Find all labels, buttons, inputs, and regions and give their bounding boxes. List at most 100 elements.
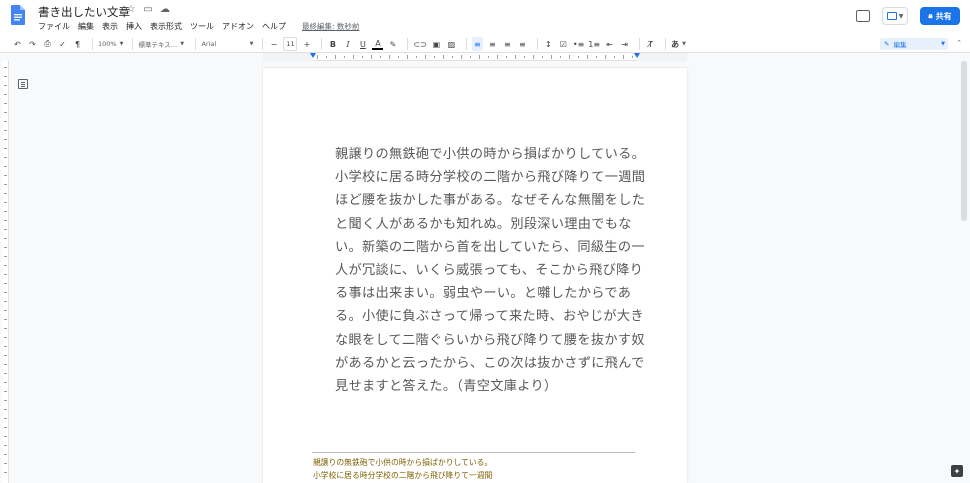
- font-select[interactable]: Arial ▼: [201, 37, 253, 51]
- highlight-icon[interactable]: ✎: [387, 37, 398, 51]
- ruler-tick: [4, 229, 7, 230]
- ruler-tick: [4, 472, 7, 473]
- ruler-tick: [4, 400, 7, 401]
- last-edit-link[interactable]: 最終編集: 数秒前: [302, 21, 359, 32]
- menu-file[interactable]: ファイル: [38, 21, 70, 32]
- input-tools-value: あ: [671, 39, 680, 49]
- undo-icon[interactable]: ↶: [12, 37, 23, 51]
- body-line: い。新築の二階から首を出していたら、同級生の一: [335, 239, 645, 255]
- toolbar-divider: [639, 38, 641, 50]
- body-line: る。小使に負ぶさって帰って来た時、おやじが大き: [335, 309, 644, 325]
- toolbar-divider: [195, 38, 197, 50]
- align-left-icon[interactable]: ≡: [471, 37, 483, 51]
- vertical-ruler[interactable]: [2, 61, 9, 483]
- chevron-down-icon: ▼: [180, 41, 185, 47]
- menu-edit[interactable]: 編集: [78, 21, 94, 32]
- document-page[interactable]: 親譲りの無鉄砲で小供の時から損ばかりしている。 小学校に居る時分学校の二階から飛…: [263, 68, 687, 483]
- left-indent-marker[interactable]: [310, 53, 316, 58]
- menu-view[interactable]: 表示: [102, 21, 118, 32]
- star-icon[interactable]: ☆: [126, 4, 136, 15]
- bold-button[interactable]: B: [327, 37, 338, 51]
- link-icon[interactable]: ⊂⊃: [413, 37, 426, 51]
- ruler-tick: [578, 56, 579, 58]
- ruler-tick: [4, 328, 7, 329]
- print-icon[interactable]: ⎙: [42, 37, 53, 51]
- document-title[interactable]: 書き出したい文章: [38, 4, 130, 20]
- ruler-tick: [488, 56, 489, 58]
- increase-font-size-icon[interactable]: +: [301, 37, 312, 51]
- ruler-tick: [4, 175, 7, 176]
- image-icon[interactable]: ▨: [446, 37, 457, 51]
- pencil-icon: ✎: [884, 40, 890, 48]
- header-actions: ▼ 🔒︎ 共有: [856, 7, 960, 25]
- ruler-tick: [326, 56, 327, 58]
- toolbar-divider: [536, 38, 538, 50]
- ruler-tick: [4, 373, 7, 374]
- ruler-tick: [389, 55, 390, 59]
- decrease-font-size-icon[interactable]: −: [268, 37, 279, 51]
- menu-addons[interactable]: アドオン: [222, 21, 254, 32]
- ruler-tick: [4, 265, 7, 266]
- move-folder-icon[interactable]: ▭: [143, 4, 153, 15]
- document-outline-icon[interactable]: [18, 79, 28, 89]
- spellcheck-icon[interactable]: ✓: [57, 37, 68, 51]
- menu-tools[interactable]: ツール: [190, 21, 214, 32]
- line-spacing-icon[interactable]: ↕: [543, 37, 554, 51]
- ruler-tick: [4, 238, 7, 239]
- comment-add-icon[interactable]: ▣: [431, 37, 442, 51]
- share-button[interactable]: 🔒︎ 共有: [920, 7, 960, 25]
- paint-format-icon[interactable]: ¶: [72, 37, 83, 51]
- document-body[interactable]: 親譲りの無鉄砲で小供の時から損ばかりしている。 小学校に居る時分学校の二階から飛…: [335, 143, 645, 398]
- comments-icon[interactable]: [856, 10, 870, 22]
- clear-formatting-icon[interactable]: T̸: [645, 37, 656, 51]
- docs-logo-icon[interactable]: [11, 5, 25, 25]
- increase-indent-icon[interactable]: ⇥: [619, 37, 630, 51]
- style-select[interactable]: 標準テキス… ▼: [138, 37, 186, 51]
- bulleted-list-icon[interactable]: •≡: [573, 37, 584, 51]
- decrease-indent-icon[interactable]: ⇤: [604, 37, 615, 51]
- explore-icon[interactable]: ✦: [951, 465, 963, 477]
- font-size-input[interactable]: 11: [283, 37, 298, 51]
- ruler-tick: [4, 85, 7, 86]
- horizontal-ruler[interactable]: [263, 53, 687, 61]
- zoom-select[interactable]: 100% ▼: [98, 37, 123, 51]
- vertical-scrollbar[interactable]: [961, 61, 967, 221]
- italic-button[interactable]: I: [342, 37, 353, 51]
- ruler-tick: [506, 56, 507, 58]
- text-color-button[interactable]: A: [372, 39, 384, 50]
- header: 書き出したい文章 ☆ ▭ ☁ ファイル 編集 表示 挿入 表示形式 ツール アド…: [0, 0, 970, 36]
- menu-format[interactable]: 表示形式: [150, 21, 182, 32]
- ruler-tick: [461, 55, 462, 59]
- toolbar-divider: [92, 38, 93, 50]
- cloud-status-icon[interactable]: ☁: [160, 4, 170, 15]
- underline-button[interactable]: U: [357, 37, 368, 51]
- ruler-tick: [4, 436, 7, 437]
- ruler-right-margin: [637, 53, 687, 61]
- body-line: 見せますと答えた。（青空文庫より）: [335, 379, 558, 395]
- hide-menus-icon[interactable]: ⌃: [956, 39, 962, 47]
- title-icons: ☆ ▭ ☁: [126, 4, 170, 15]
- toolbar-divider: [665, 38, 667, 50]
- secondary-text-block[interactable]: 親譲りの無鉄砲で小供の時から損ばかりしている。 小学校に居る時分学校の二階から飛…: [313, 456, 492, 482]
- numbered-list-icon[interactable]: 1≡: [588, 37, 600, 51]
- ruler-tick: [353, 55, 354, 59]
- input-tools-select[interactable]: あ ▼: [671, 37, 686, 51]
- menu-insert[interactable]: 挿入: [126, 21, 142, 32]
- redo-icon[interactable]: ↷: [27, 37, 38, 51]
- ruler-tick: [596, 56, 597, 58]
- align-right-icon[interactable]: ≡: [502, 37, 513, 51]
- align-justify-icon[interactable]: ≡: [517, 37, 528, 51]
- editing-mode-select[interactable]: ✎ 編集 ▼: [880, 38, 948, 50]
- menu-help[interactable]: ヘルプ: [262, 21, 286, 32]
- ruler-tick: [335, 55, 336, 59]
- checklist-icon[interactable]: ☑: [558, 37, 569, 51]
- ruler-tick: [398, 56, 399, 58]
- meet-button[interactable]: ▼: [882, 7, 908, 25]
- ruler-tick: [632, 56, 633, 58]
- ruler-tick: [4, 382, 7, 383]
- toolbar-divider: [465, 38, 467, 50]
- chevron-down-icon: ▼: [898, 12, 904, 20]
- right-indent-marker[interactable]: [634, 53, 640, 58]
- align-center-icon[interactable]: ≡: [487, 37, 498, 51]
- ruler-tick: [587, 55, 588, 59]
